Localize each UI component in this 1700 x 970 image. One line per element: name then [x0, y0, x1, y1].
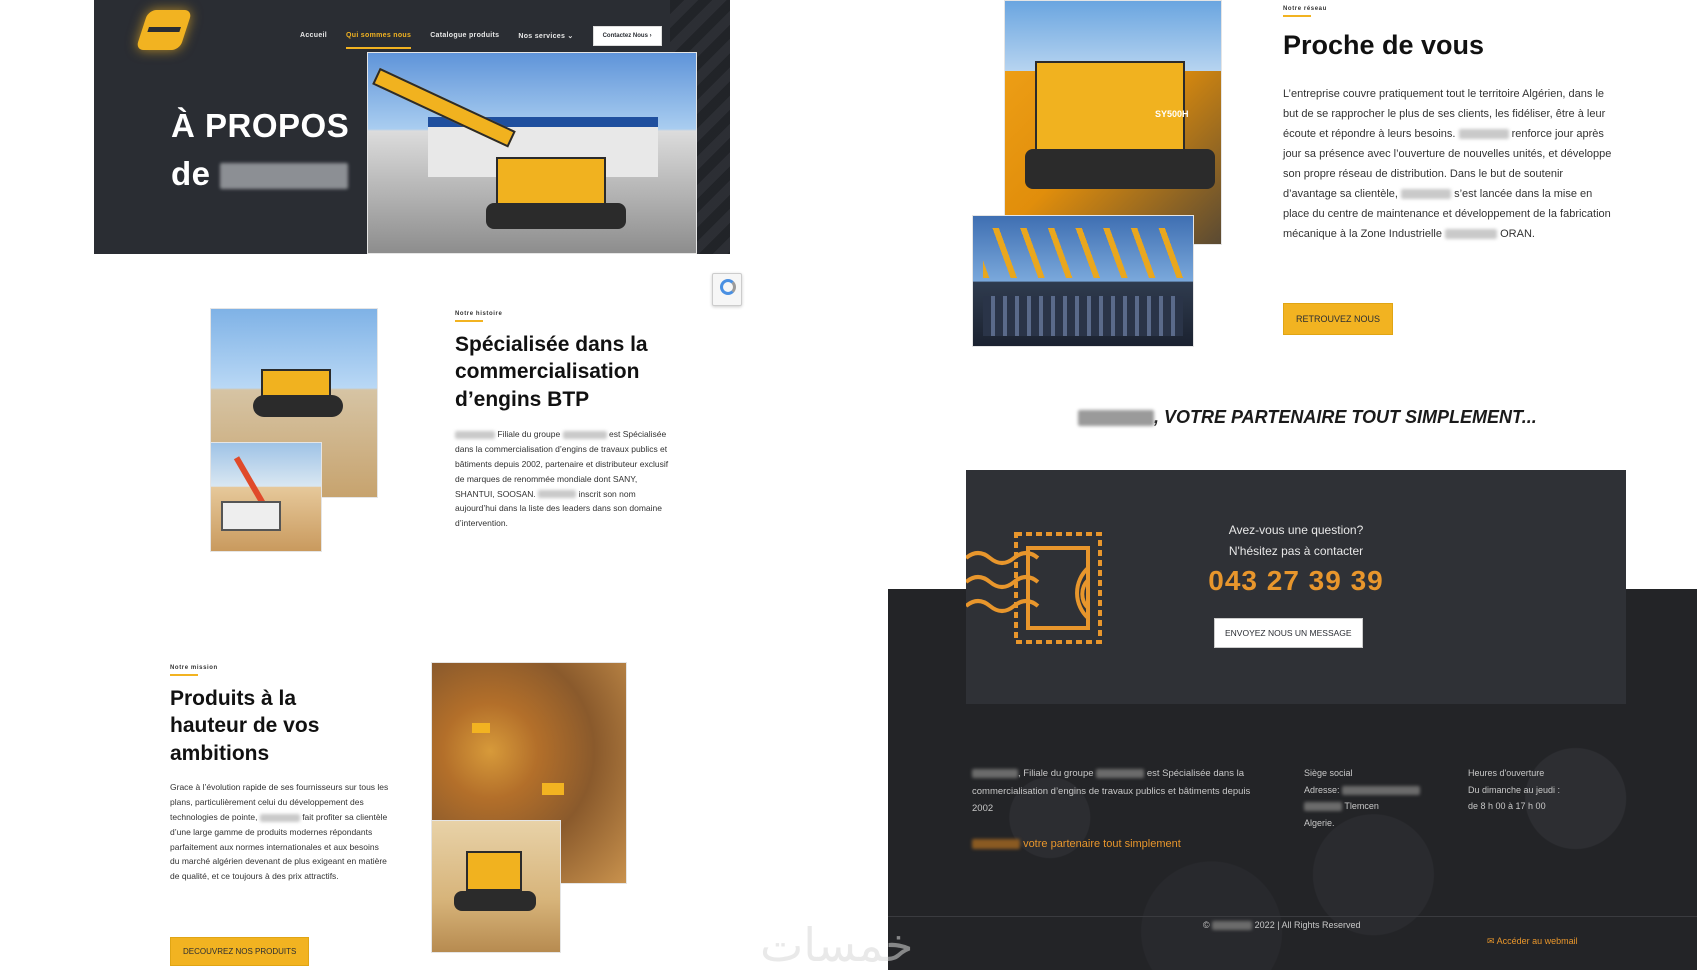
footer-about-1: , Filiale du groupe — [1018, 768, 1094, 779]
contact-button[interactable]: Contactez Nous › — [592, 25, 662, 46]
nav-accueil[interactable]: Accueil — [300, 32, 327, 39]
redacted-text — [259, 813, 300, 822]
nav-qui-sommes-nous[interactable]: Qui sommes nous — [346, 32, 412, 49]
hq-city: Tlemcen — [1344, 801, 1379, 812]
excavator-row — [983, 228, 1183, 278]
redacted-text — [1401, 189, 1452, 200]
redacted-company-name — [1078, 410, 1154, 427]
company-logo[interactable] — [135, 10, 193, 50]
redacted-text — [972, 768, 1018, 778]
recaptcha-icon — [720, 279, 736, 295]
khamsat-watermark: خمسات — [760, 918, 914, 970]
nav-services-label: Nos services — [518, 32, 566, 40]
footer-about: , Filiale du groupe est Spécialisée dans… — [972, 765, 1272, 818]
hq-address: Adresse: — [1304, 782, 1444, 799]
machine-dot — [472, 723, 490, 733]
footer-slogan-text: votre partenaire tout simplement — [1023, 838, 1181, 850]
network-title: Proche de vous — [1283, 30, 1485, 60]
mail-icon: ✉ — [1487, 936, 1495, 946]
copyright: © 2022 | All Rights Reserved — [1203, 917, 1361, 934]
bulldozer-body — [466, 851, 522, 891]
redacted-text — [538, 490, 577, 499]
contact-subtitle: N'hésitez pas à contacter — [1228, 544, 1364, 558]
excavator-body — [496, 157, 606, 205]
excavator-track — [1025, 149, 1215, 189]
bulldozer-photo — [431, 820, 561, 953]
excavator-cab — [1035, 61, 1185, 151]
redacted-text — [562, 430, 607, 439]
crane-truck-photo — [210, 442, 322, 552]
network-eyebrow: Notre réseau — [1283, 6, 1327, 17]
copyright-symbol: © — [1203, 920, 1210, 930]
machine-dot — [542, 783, 564, 795]
redacted-text — [1304, 802, 1342, 812]
contact-question: Avez-vous une question? — [1228, 523, 1364, 537]
truck-cab — [221, 501, 281, 531]
contact-card: Avez-vous une question? N'hésitez pas à … — [966, 470, 1626, 704]
machine-model-label: SY500H — [1155, 109, 1189, 119]
compactor-wheels — [253, 395, 343, 417]
redacted-text — [1458, 129, 1509, 140]
hq-address-label: Adresse: — [1304, 784, 1340, 795]
history-text-1: Filiale du groupe — [497, 429, 561, 439]
history-text: Filiale du groupe est Spécialisée dans l… — [455, 427, 675, 531]
hq-country: Algerie. — [1304, 817, 1335, 828]
page-title: À PROPOS de — [171, 102, 349, 198]
recaptcha-badge[interactable] — [712, 273, 742, 306]
mission-text-2: fait profiter sa clientèle d’une large g… — [170, 811, 388, 882]
redacted-text — [455, 430, 495, 439]
history-title: Spécialisée dans la commercialisation d’… — [455, 333, 648, 411]
footer-headquarters: Siège social Adresse: Tlemcen Algerie. — [1304, 765, 1444, 832]
hq-city-line: Tlemcen — [1304, 798, 1444, 815]
page-title-de: de — [171, 154, 211, 192]
page-title-line1: À PROPOS — [171, 107, 350, 144]
mission-title: Produits à la hauteur de vos ambitions — [170, 687, 320, 765]
mission-text: Grace à l’évolution rapide de ses fourni… — [170, 780, 390, 884]
team-photo — [972, 215, 1194, 347]
history-text-2: est — [608, 429, 621, 439]
discover-products-button[interactable]: DECOUVREZ NOS PRODUITS — [170, 937, 310, 966]
network-text: L’entreprise couvre pratiquement tout le… — [1283, 84, 1613, 244]
bulldozer-track — [454, 891, 536, 911]
mission-eyebrow: Notre mission — [170, 665, 218, 676]
hours-time: de 8 h 00 à 17 h 00 — [1468, 801, 1546, 812]
find-us-button[interactable]: RETROUVEZ NOUS — [1283, 303, 1394, 335]
sany-excavator-photo: SY500H — [1004, 0, 1222, 245]
phone-number[interactable]: 043 27 39 39 — [966, 565, 1626, 597]
nav-catalogue[interactable]: Catalogue produits — [430, 32, 499, 39]
redacted-text — [1096, 768, 1145, 778]
history-text-3: Spécialisée dans la commercialisation d’… — [455, 429, 669, 499]
chevron-down-icon: ⌄ — [567, 32, 574, 40]
hours-days: Du dimanche au jeudi : — [1468, 784, 1561, 795]
main-nav: Accueil Qui sommes nous Catalogue produi… — [300, 22, 662, 49]
footer-divider — [888, 916, 1697, 917]
redacted-text — [1445, 229, 1498, 240]
webmail-link[interactable]: ✉ Accéder au webmail — [1487, 933, 1578, 950]
hours-title: Heures d'ouverture — [1468, 768, 1545, 778]
network-text-4: ORAN. — [1500, 228, 1535, 241]
footer-hours: Heures d'ouverture Du dimanche au jeudi … — [1468, 765, 1648, 815]
redacted-text — [972, 839, 1020, 850]
page-title-line2: de — [171, 150, 349, 198]
send-message-button[interactable]: ENVOYEZ NOUS UN MESSAGE — [1214, 618, 1363, 648]
nav-services[interactable]: Nos services ⌄ — [518, 32, 573, 40]
redacted-text — [1342, 785, 1421, 795]
history-eyebrow: Notre histoire — [455, 311, 502, 322]
footer-slogan[interactable]: votre partenaire tout simplement — [972, 834, 1181, 854]
team-members — [983, 296, 1183, 336]
webmail-label: Accéder au webmail — [1496, 936, 1578, 946]
contact-heading: Avez-vous une question? N'hésitez pas à … — [966, 520, 1626, 562]
hero-excavator-photo — [367, 52, 697, 254]
excavator-track — [486, 203, 626, 229]
redacted-text — [1212, 921, 1253, 931]
partner-tagline-text: , VOTRE PARTENAIRE TOUT SIMPLEMENT... — [1154, 407, 1537, 427]
copyright-text: 2022 | All Rights Reserved — [1254, 920, 1361, 930]
partner-tagline: , VOTRE PARTENAIRE TOUT SIMPLEMENT... — [1078, 407, 1537, 428]
hero-section: Accueil Qui sommes nous Catalogue produi… — [94, 0, 730, 254]
redacted-company-name — [220, 163, 349, 190]
hq-title: Siège social — [1304, 768, 1353, 778]
